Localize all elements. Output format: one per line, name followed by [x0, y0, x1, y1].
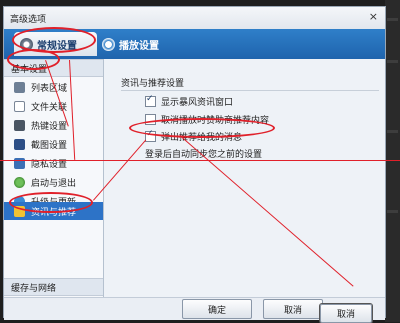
- background-stripe: [387, 60, 398, 63]
- background-stripe: [387, 18, 398, 21]
- option-label: 显示暴风资讯窗口: [161, 98, 234, 108]
- sidebar-item-label: 列表区域: [31, 84, 68, 94]
- sidebar-item-hotkeys[interactable]: 热键设置: [4, 116, 103, 135]
- cancel-button-overlay[interactable]: 取消: [320, 304, 372, 323]
- annotation-circle-popup-option: [129, 118, 275, 138]
- sidebar-item-label: 隐私设置: [31, 160, 68, 170]
- file-icon: [14, 101, 25, 112]
- background-right: [385, 0, 400, 322]
- sidebar-item-label: 截图设置: [31, 141, 68, 151]
- sidebar-item-screenshot[interactable]: 截图设置: [4, 135, 103, 154]
- section-title: 资讯与推荐设置: [121, 79, 185, 89]
- close-icon[interactable]: ×: [369, 10, 378, 23]
- sidebar-group-cache-network[interactable]: 缓存与网络: [4, 278, 103, 296]
- checkbox[interactable]: [145, 94, 156, 107]
- sidebar-item-file-association[interactable]: 文件关联: [4, 97, 103, 116]
- title-bar: 高级选项 ×: [4, 7, 385, 29]
- list-icon: [14, 82, 25, 93]
- sidebar-item-label: 启动与退出: [31, 179, 77, 189]
- background-stripe: [387, 130, 398, 133]
- settings-panel: 资讯与推荐设置 显示暴风资讯窗口 取消播放时赞助商推荐内容 弹出推荐给我的消息 …: [105, 59, 385, 297]
- sidebar-item-privacy[interactable]: 隐私设置: [4, 154, 103, 173]
- tab-label: 播放设置: [119, 40, 159, 52]
- sidebar-item-startup-exit[interactable]: 启动与退出: [4, 173, 103, 192]
- cancel-button[interactable]: 取消: [263, 299, 323, 319]
- dialog-footer: 确定 取消 取消: [4, 297, 385, 323]
- option-show-news-window[interactable]: 显示暴风资讯窗口: [145, 94, 234, 108]
- annotation-circle-news-item: [9, 192, 93, 213]
- screenshot-icon: [14, 139, 25, 150]
- section-divider: [121, 90, 379, 91]
- play-icon: [102, 37, 115, 51]
- window-title: 高级选项: [10, 15, 47, 25]
- sidebar-item-label: 热键设置: [31, 122, 68, 132]
- annotation-horizontal-line: [0, 160, 400, 161]
- annotation-circle-basic-settings: [7, 49, 60, 70]
- power-icon: [14, 177, 25, 188]
- sidebar: 基本设置 列表区域 文件关联 热键设置 截图设置 隐私设置 启动与退出 升级与更…: [4, 59, 104, 297]
- ok-button[interactable]: 确定: [182, 299, 252, 319]
- sync-note: 登录后自动同步您之前的设置: [145, 147, 262, 160]
- background-stripe: [387, 210, 398, 213]
- hotkey-icon: [14, 120, 25, 131]
- tab-playback-settings[interactable]: 播放设置: [102, 32, 159, 56]
